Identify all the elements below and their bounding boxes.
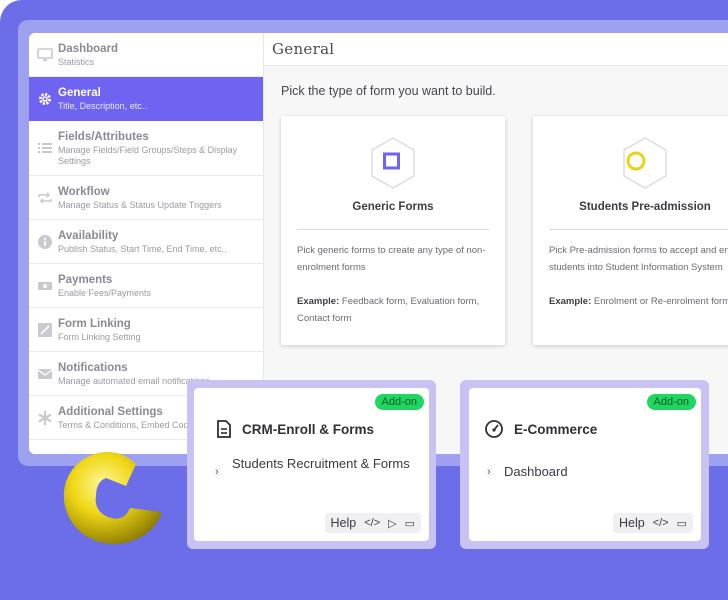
square-hexagon-icon bbox=[371, 137, 415, 189]
addon-panel-ecommerce: Add-on E-Commerce › Dashboard Help </> ▭ bbox=[460, 380, 709, 549]
sidebar-item-fields[interactable]: Fields/Attributes Manage Fields/Field Gr… bbox=[29, 121, 263, 176]
sidebar-item-subtitle: Statistics bbox=[58, 56, 95, 67]
sidebar-item-subtitle: Form Linking Setting bbox=[58, 331, 141, 342]
addon-title: E-Commerce bbox=[514, 422, 598, 437]
sidebar-item-availability[interactable]: Availability Publish Status, Start Time,… bbox=[29, 220, 263, 264]
sidebar-item-workflow[interactable]: Workflow Manage Status & Status Update T… bbox=[29, 176, 263, 220]
divider bbox=[549, 229, 728, 230]
document-icon bbox=[217, 420, 231, 438]
sidebar-item-payments[interactable]: Payments Enable Fees/Payments bbox=[29, 264, 263, 308]
sidebar-item-title: Payments bbox=[58, 273, 113, 286]
card-title: Generic Forms bbox=[352, 201, 434, 213]
addon-card-ecommerce[interactable]: Add-on E-Commerce › Dashboard Help </> ▭ bbox=[469, 388, 701, 541]
sidebar-item-subtitle: Manage Status & Status Update Triggers bbox=[58, 199, 222, 210]
addon-badge: Add-on bbox=[646, 394, 696, 410]
speedometer-icon bbox=[485, 420, 503, 438]
gear-icon bbox=[37, 91, 53, 107]
comment-icon[interactable]: ▭ bbox=[405, 517, 415, 530]
card-description: Pick Pre-admission forms to accept and e… bbox=[549, 245, 728, 273]
addon-badge: Add-on bbox=[374, 394, 424, 410]
brand-logo bbox=[63, 452, 162, 544]
card-title: Students Pre-admission bbox=[579, 201, 711, 213]
code-icon[interactable]: </> bbox=[653, 517, 669, 529]
addon-card-crm[interactable]: Add-on CRM-Enroll & Forms › Students Rec… bbox=[194, 388, 429, 541]
example-text: Enrolment or Re-enrolment forms bbox=[593, 296, 728, 307]
sidebar-item-dashboard[interactable]: Dashboard Statistics bbox=[29, 33, 263, 77]
circle-hexagon-icon bbox=[623, 137, 667, 189]
asterisk-icon bbox=[37, 410, 53, 426]
addon-link[interactable]: Dashboard bbox=[504, 464, 568, 480]
card-generic-forms[interactable]: Generic Forms Pick generic forms to crea… bbox=[281, 116, 505, 345]
example-label: Example: bbox=[549, 296, 592, 307]
addon-link[interactable]: Students Recruitment & Forms bbox=[232, 456, 412, 472]
card-example: Example: Feedback form, Evaluation form,… bbox=[297, 293, 495, 327]
help-link[interactable]: Help bbox=[619, 516, 645, 530]
sidebar-item-title: Dashboard bbox=[58, 42, 119, 55]
sidebar-item-subtitle: Title, Description, etc.. bbox=[58, 100, 147, 111]
info-icon bbox=[37, 234, 53, 250]
addon-title: CRM-Enroll & Forms bbox=[242, 422, 375, 437]
repeat-icon bbox=[37, 190, 53, 206]
example-label: Example: bbox=[297, 296, 340, 307]
addon-panel-crm: Add-on CRM-Enroll & Forms › Students Rec… bbox=[187, 380, 436, 549]
sidebar-item-general[interactable]: General Title, Description, etc.. bbox=[29, 77, 263, 121]
sidebar-item-title: General bbox=[58, 86, 101, 99]
sidebar-item-form-linking[interactable]: Form Linking Form Linking Setting bbox=[29, 308, 263, 352]
link-icon bbox=[37, 322, 53, 338]
addon-footer: Help </> ▷ ▭ bbox=[324, 513, 421, 533]
help-link[interactable]: Help bbox=[331, 516, 357, 530]
play-icon[interactable]: ▷ bbox=[388, 517, 396, 530]
chevron-right-icon: › bbox=[215, 466, 219, 478]
sidebar-item-subtitle: Manage Fields/Field Groups/Steps & Displ… bbox=[58, 144, 238, 166]
addon-footer: Help </> ▭ bbox=[612, 513, 693, 533]
comment-icon[interactable]: ▭ bbox=[677, 517, 687, 530]
page-title: General bbox=[264, 33, 728, 66]
divider bbox=[297, 229, 489, 230]
card-example: Example: Enrolment or Re-enrolment forms bbox=[549, 293, 728, 310]
card-description: Pick generic forms to create any type of… bbox=[297, 245, 486, 273]
code-icon[interactable]: </> bbox=[364, 517, 380, 529]
sidebar-item-title: Form Linking bbox=[58, 317, 131, 330]
card-students-preadmission[interactable]: Students Pre-admission Pick Pre-admissio… bbox=[533, 116, 728, 345]
sidebar-item-title: Notifications bbox=[58, 361, 128, 374]
sidebar-item-title: Availability bbox=[58, 229, 119, 242]
envelope-icon bbox=[37, 366, 53, 382]
sidebar-item-subtitle: Enable Fees/Payments bbox=[58, 287, 152, 298]
sidebar-item-title: Fields/Attributes bbox=[58, 130, 149, 143]
sidebar-item-subtitle: Publish Status, Start Time, End Time, et… bbox=[58, 243, 227, 254]
sidebar-item-title: Workflow bbox=[58, 185, 110, 198]
list-icon bbox=[37, 140, 53, 156]
monitor-icon bbox=[37, 47, 53, 63]
chevron-right-icon: › bbox=[487, 466, 491, 478]
form-type-prompt: Pick the type of form you want to build. bbox=[281, 84, 496, 98]
money-icon bbox=[37, 278, 53, 294]
